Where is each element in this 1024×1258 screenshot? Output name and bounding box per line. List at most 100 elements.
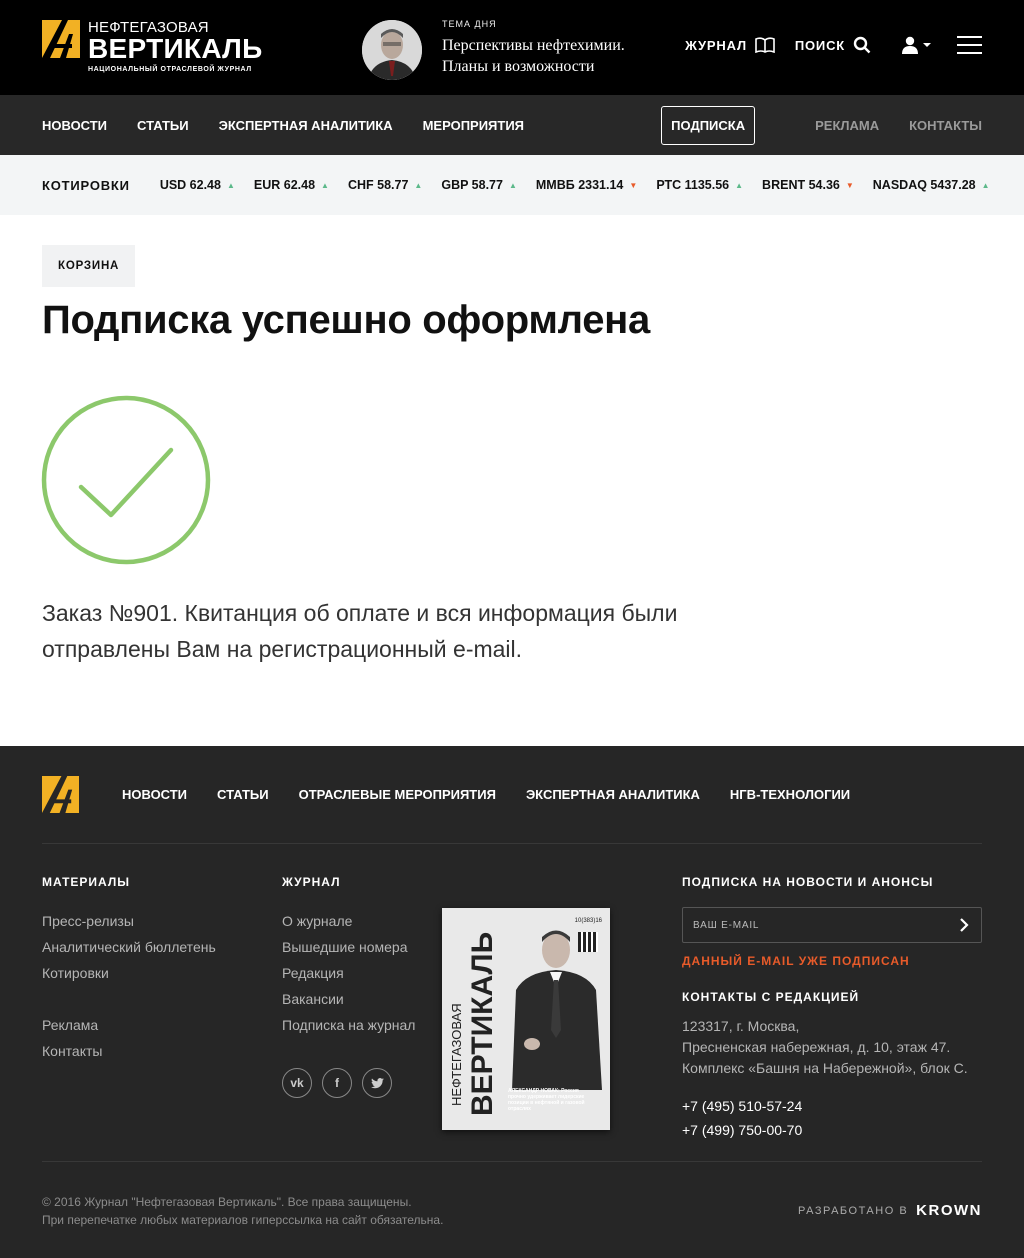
journal-title: ЖУРНАЛ (282, 875, 341, 889)
nav-item-articles[interactable]: СТАТЬИ (137, 118, 189, 133)
materials-link[interactable]: Реклама (42, 1012, 216, 1038)
address-line: Пресненская набережная, д. 10, этаж 47. (682, 1039, 951, 1055)
footer-nav-news[interactable]: НОВОСТИ (122, 787, 187, 802)
materials-link[interactable]: Контакты (42, 1038, 216, 1064)
arrow-up-icon: ▲ (321, 180, 329, 190)
logo-line-2: ВЕРТИКАЛЬ (88, 33, 263, 64)
nav-item-ads[interactable]: РЕКЛАМА (815, 118, 879, 133)
site-logo[interactable]: НЕФТЕГАЗОВАЯ ВЕРТИКАЛЬ НАЦИОНАЛЬНЫЙ ОТРА… (42, 20, 263, 73)
footer-nav-tech[interactable]: НГВ-ТЕХНОЛОГИИ (730, 787, 850, 802)
logo-icon (42, 20, 80, 58)
search-icon (853, 36, 871, 54)
logo-icon[interactable] (42, 776, 79, 813)
footer: НОВОСТИ СТАТЬИ ОТРАСЛЕВЫЕ МЕРОПРИЯТИЯ ЭК… (0, 746, 1024, 1258)
journal-link-item[interactable]: Редакция (282, 960, 415, 986)
logo-line-3: НАЦИОНАЛЬНЫЙ ОТРАСЛЕВОЙ ЖУРНАЛ (88, 66, 252, 73)
quote-rts[interactable]: РТС 1135.56 ▲ (656, 178, 743, 192)
main-content: КОРЗИНА Подписка успешно оформлена Заказ… (0, 215, 1024, 746)
topic-title-line-1: Перспективы нефтехимии. (442, 37, 625, 54)
topic-of-day[interactable]: ТЕМА ДНЯ Перспективы нефтехимии. Планы и… (442, 19, 625, 77)
footer-divider (42, 1161, 982, 1162)
arrow-up-icon: ▲ (414, 180, 423, 190)
person-portrait (362, 20, 422, 80)
footer-nav-events[interactable]: ОТРАСЛЕВЫЕ МЕРОПРИЯТИЯ (299, 787, 496, 802)
developer-brand: KROWN (916, 1202, 982, 1219)
qr-code (578, 932, 598, 952)
editorial-address: 123317, г. Москва, Пресненская набережна… (682, 1016, 968, 1079)
twitter-icon[interactable] (362, 1068, 392, 1098)
chevron-down-icon (923, 43, 931, 47)
subscribe-button[interactable]: ПОДПИСКА (661, 105, 756, 145)
main-nav-right: ПОДПИСКА РЕКЛАМА КОНТАКТЫ (661, 95, 982, 155)
quote-text: CHF 58.77 (347, 178, 409, 192)
phone-list: +7 (495) 510-57-24 +7 (499) 750-00-70 (682, 1094, 802, 1142)
email-error: ДАННЫЙ E-MAIL УЖЕ ПОДПИСАН (682, 954, 910, 968)
address-line: Комплекс «Башня на Набережной», блок С. (682, 1060, 968, 1076)
materials-link[interactable]: Котировки (42, 960, 216, 986)
arrow-up-icon: ▲ (226, 180, 235, 190)
contacts-title: КОНТАКТЫ С РЕДАКЦИЕЙ (682, 990, 860, 1004)
order-message-line-1: Заказ №901. Квитанция об оплате и вся ин… (42, 600, 678, 626)
journal-link-item[interactable]: О журнале (282, 908, 415, 934)
phone-link[interactable]: +7 (495) 510-57-24 (682, 1094, 802, 1118)
menu-icon[interactable] (957, 36, 982, 54)
cover-caption: АЛЕКСАНДР НОВАК: Россия прочно удерживае… (508, 1088, 585, 1112)
quote-chf[interactable]: CHF 58.77 ▲ (348, 178, 422, 192)
main-nav: НОВОСТИ СТАТЬИ ЭКСПЕРТНАЯ АНАЛИТИКА МЕРО… (0, 95, 1024, 155)
materials-title: МАТЕРИАЛЫ (42, 875, 131, 889)
journal-link-item[interactable]: Вакансии (282, 986, 415, 1012)
quote-brent[interactable]: BRENT 54.36 ▼ (762, 178, 854, 192)
materials-link[interactable]: Аналитический бюллетень (42, 934, 216, 960)
quote-eur[interactable]: EUR 62.48 ▲ (254, 178, 329, 192)
order-message: Заказ №901. Квитанция об оплате и вся ин… (42, 595, 762, 667)
nav-item-news[interactable]: НОВОСТИ (42, 118, 107, 133)
quote-text: РТС 1135.56 (656, 178, 730, 192)
breadcrumb-cart[interactable]: КОРЗИНА (42, 245, 136, 287)
vk-icon[interactable]: vk (282, 1068, 312, 1098)
footer-nav-articles[interactable]: СТАТЬИ (217, 787, 269, 802)
newsletter-title: ПОДПИСКА НА НОВОСТИ И АНОНСЫ (682, 875, 934, 889)
journal-link-item[interactable]: Подписка на журнал (282, 1012, 415, 1038)
search-link[interactable]: ПОИСК (795, 36, 871, 54)
checkmark-icon (41, 395, 211, 565)
developer-label: РАЗРАБОТАНО В (798, 1204, 909, 1217)
arrow-up-icon: ▲ (735, 180, 744, 190)
phone-link[interactable]: +7 (499) 750-00-70 (682, 1118, 802, 1142)
arrow-right-icon[interactable] (959, 918, 969, 932)
copyright-line-2: При перепечатке любых материалов гиперсс… (42, 1213, 444, 1227)
header-actions: ЖУРНАЛ ПОИСК (685, 36, 982, 54)
quotes-label[interactable]: КОТИРОВКИ (42, 178, 130, 193)
quote-micex[interactable]: ММВБ 2331.14 ▼ (536, 178, 637, 192)
nav-item-events[interactable]: МЕРОПРИЯТИЯ (423, 118, 524, 133)
journal-label: ЖУРНАЛ (685, 37, 747, 53)
materials-list: Пресс-релизы Аналитический бюллетень Кот… (42, 908, 216, 1064)
nav-item-analytics[interactable]: ЭКСПЕРТНАЯ АНАЛИТИКА (219, 118, 393, 133)
twitter-bird (370, 1077, 384, 1088)
nav-item-contacts[interactable]: КОНТАКТЫ (909, 118, 982, 133)
copyright: © 2016 Журнал "Нефтегазовая Вертикаль". … (42, 1193, 443, 1229)
topic-title[interactable]: Перспективы нефтехимии. Планы и возможно… (442, 35, 625, 77)
quote-nasdaq[interactable]: NASDAQ 5437.28 ▲ (873, 178, 990, 192)
quotes-bar: КОТИРОВКИ USD 62.48 ▲ EUR 62.48 ▲ CHF 58.7… (0, 155, 1024, 215)
main-nav-left: НОВОСТИ СТАТЬИ ЭКСПЕРТНАЯ АНАЛИТИКА МЕРО… (42, 95, 554, 155)
journal-link[interactable]: ЖУРНАЛ (685, 37, 775, 53)
arrow-up-icon: ▲ (508, 180, 517, 190)
search-label: ПОИСК (794, 37, 845, 53)
magazine-cover[interactable]: 10(383)16 НЕФТЕГАЗОВАЯ ВЕРТИКАЛЬ АЛЕКСАН… (442, 908, 610, 1130)
page-title: Подписка успешно оформлена (42, 298, 650, 342)
developer-credit[interactable]: РАЗРАБОТАНО В KROWN (798, 1202, 982, 1219)
user-menu-button[interactable] (901, 36, 931, 54)
topic-avatar[interactable] (362, 20, 422, 80)
footer-nav-analytics[interactable]: ЭКСПЕРТНАЯ АНАЛИТИКА (526, 787, 700, 802)
journal-link-item[interactable]: Вышедшие номера (282, 934, 415, 960)
facebook-icon[interactable]: f (322, 1068, 352, 1098)
materials-link[interactable]: Пресс-релизы (42, 908, 216, 934)
email-input[interactable] (693, 919, 943, 931)
cover-title-small: НЕФТЕГАЗОВАЯ (449, 1003, 464, 1106)
quote-gbp[interactable]: GBP 58.77 ▲ (441, 178, 517, 192)
quote-text: ММВБ 2331.14 (535, 178, 624, 192)
cover-issue: 10(383)16 (574, 918, 602, 924)
quote-usd[interactable]: USD 62.48 ▲ (160, 178, 235, 192)
topic-label: ТЕМА ДНЯ (442, 19, 497, 29)
quote-text: EUR 62.48 (253, 178, 316, 192)
